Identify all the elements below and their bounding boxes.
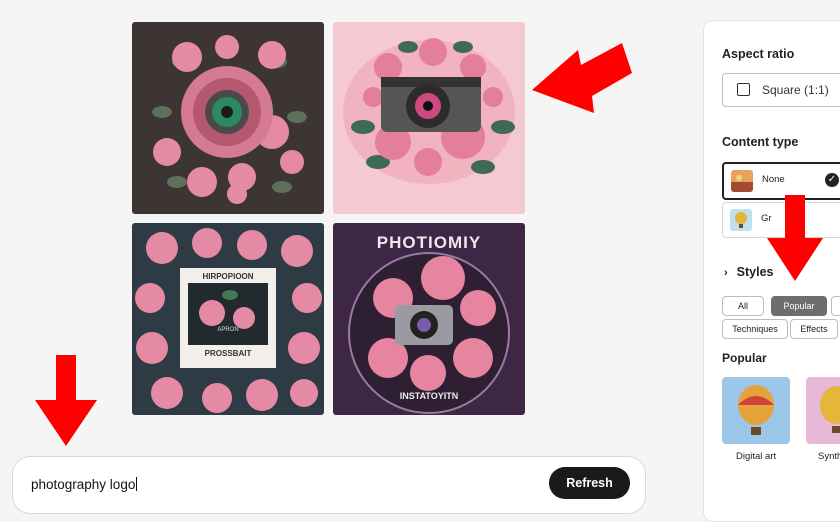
content-type-none-label: None: [762, 174, 785, 185]
result-image-4[interactable]: PHOTIOMIY INSTATOYITN: [333, 223, 525, 415]
tile3-mid-text: APRON: [217, 327, 239, 333]
prompt-text: photography logo: [31, 477, 136, 492]
checkmark-icon: ✓: [825, 173, 839, 187]
result-image-2[interactable]: [333, 22, 525, 214]
text-caret: [136, 477, 138, 491]
arrow-icon-prompt: [35, 355, 97, 446]
popular-title: Popular: [722, 351, 767, 365]
style-synth-label: Synth: [818, 451, 840, 462]
aspect-ratio-select[interactable]: Square (1:1): [722, 73, 840, 107]
result-image-3[interactable]: HIRPOPIOON APRON PROSSBAIT: [132, 223, 324, 415]
content-type-title: Content type: [722, 135, 799, 149]
style-chip-more[interactable]: [831, 296, 840, 316]
style-digital-art-thumbnail[interactable]: [722, 377, 790, 444]
square-icon: [737, 83, 750, 96]
styles-title: Styles: [736, 265, 774, 279]
refresh-button[interactable]: Refresh: [549, 467, 630, 499]
content-type-graphic[interactable]: Gr: [722, 202, 840, 238]
style-chip-effects[interactable]: Effects: [790, 319, 838, 339]
tile3-top-text: HIRPOPIOON: [202, 272, 254, 281]
chevron-right-icon: ›: [724, 267, 728, 279]
content-type-graphic-label: Gr: [761, 213, 772, 224]
none-thumbnail: [731, 170, 753, 192]
style-chip-all[interactable]: All: [722, 296, 764, 316]
aspect-ratio-title: Aspect ratio: [722, 47, 795, 61]
tile4-bottom-text: INSTATOYITN: [399, 391, 459, 401]
content-type-none[interactable]: None ✓: [722, 162, 840, 200]
tile3-bottom-text: PROSSBAIT: [204, 349, 252, 358]
result-image-1[interactable]: [132, 22, 324, 214]
styles-toggle[interactable]: › Styles: [724, 265, 774, 279]
tile4-title-text: PHOTIOMIY: [376, 233, 482, 252]
graphic-thumbnail: [730, 209, 752, 231]
arrow-icon-image: [532, 43, 632, 113]
style-synth-thumbnail[interactable]: [806, 377, 840, 444]
style-chip-popular[interactable]: Popular: [771, 296, 827, 316]
style-chip-techniques[interactable]: Techniques: [722, 319, 788, 339]
style-digital-art-label: Digital art: [736, 451, 777, 462]
aspect-ratio-value: Square (1:1): [762, 83, 829, 97]
